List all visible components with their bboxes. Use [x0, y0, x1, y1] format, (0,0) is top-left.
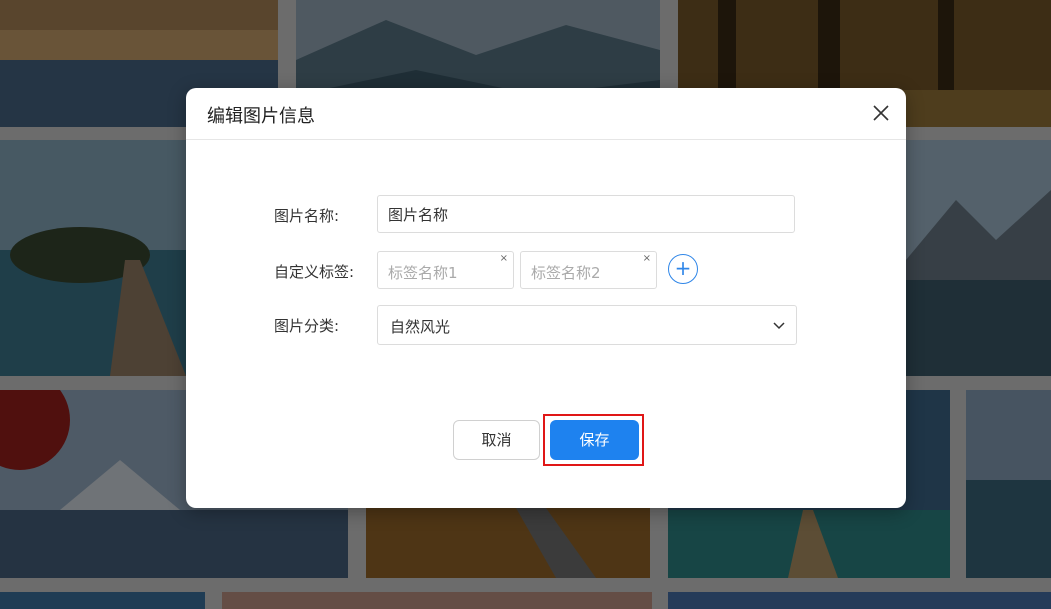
tag-placeholder-1: 标签名称1 [388, 264, 458, 282]
category-label: 图片分类: [274, 317, 340, 335]
add-tag-button[interactable]: + [668, 254, 698, 284]
cancel-button[interactable]: 取消 [453, 420, 540, 460]
chevron-down-icon [773, 322, 785, 330]
dialog-header: 编辑图片信息 [186, 88, 906, 140]
plus-icon: + [674, 256, 692, 280]
name-input[interactable] [377, 195, 795, 233]
tags-label: 自定义标签: [274, 263, 355, 281]
tag-remove-icon[interactable]: × [500, 253, 508, 264]
tag-remove-icon[interactable]: × [643, 253, 651, 264]
dialog-title: 编辑图片信息 [207, 106, 315, 127]
tag-input-2[interactable]: 标签名称2 × [520, 251, 657, 289]
close-icon [873, 105, 889, 121]
tag-input-1[interactable]: 标签名称1 × [377, 251, 514, 289]
save-button[interactable]: 保存 [550, 420, 639, 460]
name-row: 图片名称: [186, 195, 906, 235]
close-button[interactable] [870, 102, 892, 124]
tag-placeholder-2: 标签名称2 [531, 264, 601, 282]
category-select[interactable]: 自然风光 [377, 305, 797, 345]
tags-row: 自定义标签: 标签名称1 × 标签名称2 × + [186, 251, 906, 291]
category-row: 图片分类: 自然风光 [186, 305, 906, 345]
edit-image-dialog: 编辑图片信息 图片名称: 自定义标签: 标签名称1 × 标签名称2 × + 图片… [186, 88, 906, 508]
category-value: 自然风光 [390, 318, 451, 336]
name-label: 图片名称: [274, 207, 340, 225]
